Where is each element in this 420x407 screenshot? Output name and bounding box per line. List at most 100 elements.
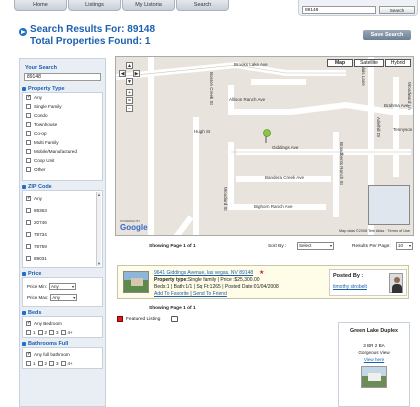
pan-left-icon[interactable]: ◀ [119,70,126,77]
price-min-select[interactable]: Any [49,283,77,290]
checkbox-row[interactable]: Condo [23,111,102,120]
checkbox-row[interactable]: 89363 [23,206,102,215]
save-search-button[interactable]: Save Search [363,30,411,40]
quick-search-box: 89148 Search [298,0,418,16]
checkbox[interactable] [37,330,43,335]
price-title: Price [28,271,42,277]
checkbox[interactable] [26,351,31,357]
zoom-reset-icon[interactable]: = [126,97,133,104]
checkbox-row[interactable]: Townhouse [23,120,102,129]
checkbox[interactable] [26,131,31,136]
checkbox[interactable] [26,140,31,145]
featured-photo[interactable] [361,366,387,388]
price-max-select[interactable]: Any [50,294,78,301]
agent-name-link[interactable]: timothy strobelt [333,284,367,290]
checkbox[interactable] [26,167,31,172]
map-type-map[interactable]: Map [327,59,353,67]
tab-search[interactable]: Search [176,0,229,11]
featured-view-link[interactable]: View here [339,357,409,362]
checkbox[interactable] [26,330,31,335]
street-label: Broadbents Ranch St [339,142,344,185]
results-per-page-select[interactable]: 10 [396,242,413,250]
checkbox[interactable] [26,256,31,261]
checkbox[interactable] [26,149,31,154]
your-search-input[interactable]: 89148 [24,73,101,81]
listing-thumbnail[interactable] [123,271,149,293]
checkbox[interactable] [26,220,31,225]
add-to-favorite-link[interactable]: Add To Favorite [154,291,189,297]
checkbox[interactable] [26,208,31,213]
listing-address-link[interactable]: 9641 Giddings Avenue, las vegas, NV 8914… [154,270,253,276]
checkbox[interactable] [60,361,66,366]
tab-listings[interactable]: Listings [68,0,121,11]
overview-minimap[interactable] [368,185,410,225]
checkbox[interactable] [60,330,66,335]
checkbox-row[interactable]: 78734 [23,230,102,239]
checkbox[interactable] [26,195,31,201]
sort-select[interactable]: Select [297,242,334,250]
pan-right-icon[interactable]: ▶ [133,70,140,77]
checkbox-row[interactable]: Any Bedroom [23,319,102,328]
agent-avatar[interactable] [389,273,403,293]
property-type-value: Single family | Price :$25,300.00 [187,277,260,283]
checkbox[interactable] [26,122,31,127]
checkbox[interactable] [37,361,43,366]
street-label: Boston Creek St [209,72,214,105]
results-map[interactable]: Brooks Lake Ave Allison Ranch Ave Boston… [115,56,414,236]
zoom-in-icon[interactable]: + [126,89,133,96]
checkbox[interactable] [26,94,31,100]
send-to-friend-link[interactable]: Send To Friend [193,291,227,297]
checkbox[interactable] [26,320,31,326]
checkbox-row[interactable]: 78759 [23,242,102,251]
street-label: Bandera Creek Ave [265,175,304,180]
featured-property-card[interactable]: Green Lake Duplex 3 BR 2 BA Gorgeous Vie… [338,322,410,407]
checkbox[interactable] [49,361,55,366]
checkbox-row[interactable]: Any [23,93,102,102]
street-label: Brooks Lake Ave [234,62,268,67]
results-toolbar: Showing Page 1 of 1 Sort By : Select Res… [115,241,414,253]
checkbox[interactable] [26,104,31,109]
quick-search-input[interactable]: 89148 [302,6,376,14]
map-type-satellite[interactable]: Satellite [354,59,384,67]
listing-details: Beds:1 | Bath:1/1 | Sq Ft:1265 | Posted … [154,284,279,290]
checkbox-row[interactable]: Co-op [23,129,102,138]
checkbox[interactable] [26,244,31,249]
checkbox-row[interactable]: Multi Family [23,138,102,147]
price-panel: Price Min: Any Price Max: Any [22,277,103,307]
checkbox-row[interactable]: Coop Unit [23,156,102,165]
property-type-list: Any Single Family Condo Townhouse Co-op … [22,92,103,181]
checkbox[interactable] [26,361,31,366]
map-type-hybrid[interactable]: Hybrid [385,59,411,67]
tab-my-listoria[interactable]: My Listoria [122,0,175,11]
checkbox[interactable] [26,232,31,237]
checkbox[interactable] [26,158,31,163]
beds-panel: Any Bedroom 1 2 3 4+ [22,316,103,338]
top-bar: Home Listings My Listoria Search 89148 S… [0,0,420,16]
checkbox-row[interactable]: Mobile/Manufactured [23,147,102,156]
quick-search-button[interactable]: Search [379,6,415,14]
street-label: Giddings Ave [272,145,299,150]
checkbox[interactable] [49,330,55,335]
checkbox-label: 89363 [34,208,47,213]
checkbox-row[interactable]: Other [23,165,102,174]
google-logo: POWERED BY Google [120,219,148,232]
checkbox-label: 2 [44,361,48,366]
checkbox-row[interactable]: 89031 [23,254,102,263]
pan-up-icon[interactable]: ▲ [126,62,133,69]
tab-home[interactable]: Home [14,0,67,11]
location-pin-icon[interactable] [262,129,272,143]
checkbox-row[interactable]: Any full bathroom [23,350,102,359]
featured-flag-icon: ★ [259,270,265,276]
checkbox-row[interactable]: Single Family [23,102,102,111]
pan-down-icon[interactable]: ▼ [126,78,133,85]
listing-actions: Add To Favorite | Send To Friend [154,291,227,297]
checkbox-row[interactable]: 20746 [23,218,102,227]
checkbox-label: 2 [44,330,48,335]
zip-code-list: Any 89363 20746 78734 78759 89031 [22,190,103,268]
checkbox-row[interactable]: Any [23,194,102,203]
zoom-out-icon[interactable]: − [126,105,133,112]
zip-scrollbar[interactable] [96,192,101,266]
price-min-row: Price Min: Any [23,282,102,291]
checkbox[interactable] [26,113,31,118]
price-max-row: Price Max: Any [23,293,102,302]
